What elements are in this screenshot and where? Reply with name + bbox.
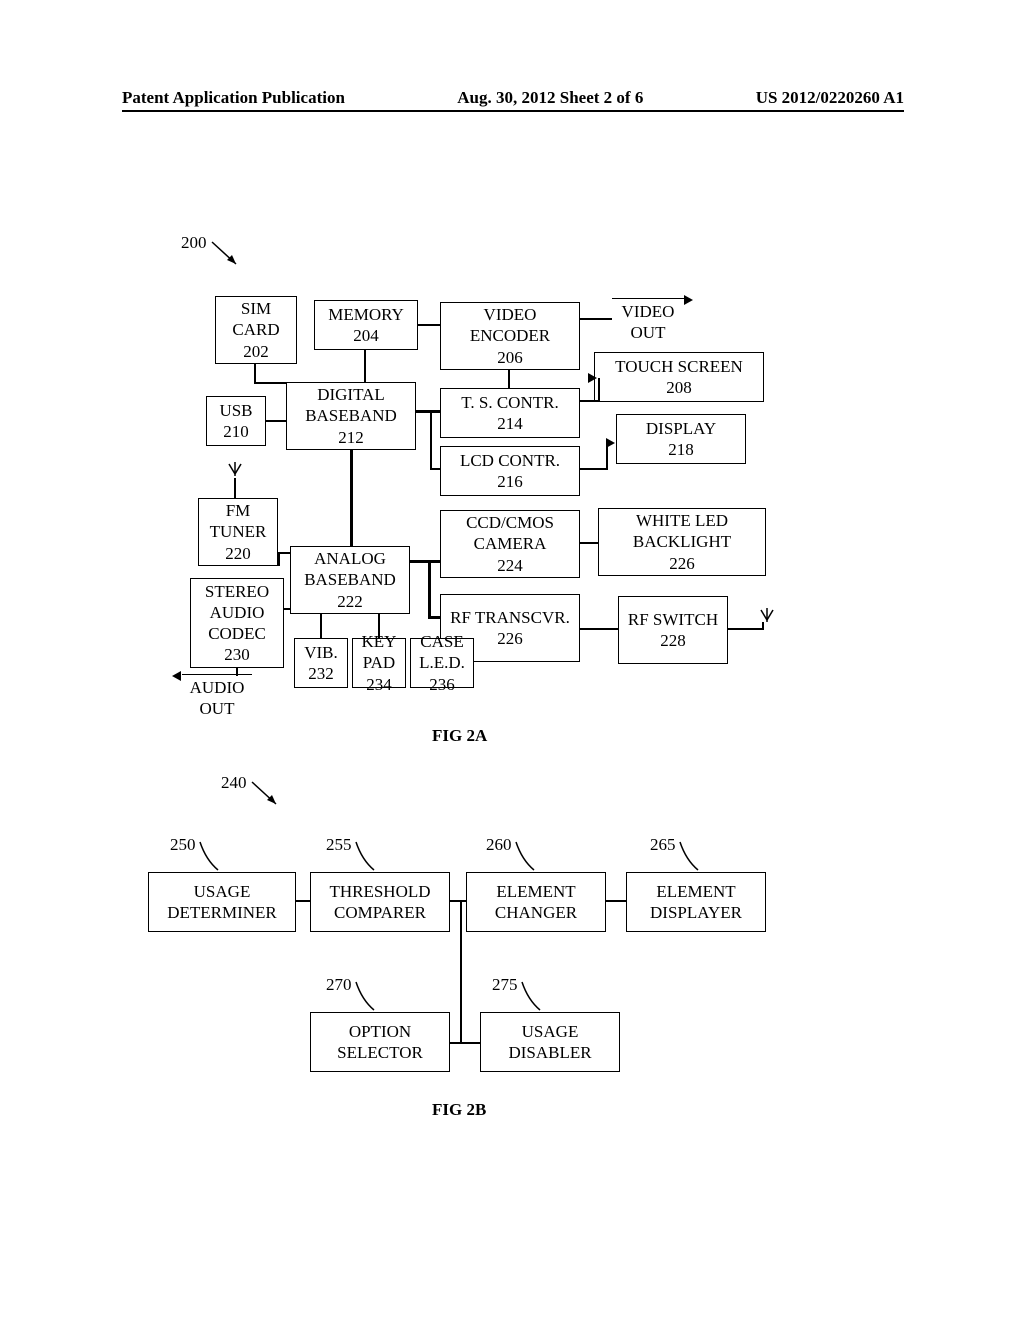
conn-ab-ccd — [410, 560, 440, 563]
leader-270 — [354, 980, 376, 1012]
ref-265: 265 — [650, 834, 676, 855]
box-analog-baseband: ANALOG BASEBAND222 — [290, 546, 410, 614]
label-video-out: VIDEO OUT — [612, 298, 684, 344]
box-video-encoder: VIDEO ENCODER206 — [440, 302, 580, 370]
box-usb: USB210 — [206, 396, 266, 446]
conn-ud-tc — [296, 900, 310, 902]
box-stereo-codec: STEREO AUDIO CODEC230 — [190, 578, 284, 668]
conn-db-ab — [350, 450, 353, 546]
conn-ab-rf-h — [428, 616, 440, 619]
arrow-lcd-disp — [606, 438, 615, 448]
box-display: DISPLAY218 — [616, 414, 746, 464]
leader-255 — [354, 840, 376, 872]
box-digital-baseband: DIGITAL BASEBAND212 — [286, 382, 416, 450]
conn-db-tsc — [416, 410, 440, 413]
box-memory: MEMORY204 — [314, 300, 418, 350]
box-case-led: CASE L.E.D.236 — [410, 638, 474, 688]
conn-lcd-disp-h — [580, 468, 608, 470]
ref-200: 200 — [181, 232, 207, 253]
box-threshold-comparer: THRESHOLD COMPARER — [310, 872, 450, 932]
leader-265 — [678, 840, 700, 872]
conn-rfswitch-ant2 — [762, 622, 764, 630]
leader-200 — [210, 238, 240, 268]
caption-fig2b: FIG 2B — [432, 1100, 486, 1120]
box-sim-card: SIM CARD202 — [215, 296, 297, 364]
conn-mem-ve — [418, 324, 440, 326]
box-usage-determiner: USAGE DETERMINER — [148, 872, 296, 932]
ref-270: 270 — [326, 974, 352, 995]
box-rf-switch: RF SWITCH228 — [618, 596, 728, 664]
ref-255: 255 — [326, 834, 352, 855]
box-white-led: WHITE LED BACKLIGHT226 — [598, 508, 766, 576]
conn-tsc-ts-v — [598, 378, 600, 402]
box-keypad: KEY PAD234 — [352, 638, 406, 688]
box-vib: VIB.232 — [294, 638, 348, 688]
conn-fm-ab-v2 — [278, 552, 280, 566]
conn-sim-db-h — [254, 382, 286, 384]
conn-codec-audioout — [236, 668, 238, 676]
conn-ab-rf-v — [428, 560, 431, 618]
leader-275 — [520, 980, 542, 1012]
diagram-canvas: 200 SIM CARD202 MEMORY204 VIDEO ENCODER2… — [0, 0, 1024, 1320]
arrow-audio-out — [172, 671, 181, 681]
box-usage-disabler: USAGE DISABLER — [480, 1012, 620, 1072]
conn-ab-keypad — [378, 614, 380, 638]
conn-db-lcd-h — [430, 468, 440, 470]
conn-ec-ed — [606, 900, 626, 902]
ref-240: 240 — [221, 772, 247, 793]
box-touch-screen: TOUCH SCREEN208 — [594, 352, 764, 402]
conn-ve-db-v — [508, 370, 510, 388]
leader-240 — [250, 778, 280, 808]
box-lcd-contr: LCD CONTR.216 — [440, 446, 580, 496]
antenna-fm — [228, 462, 242, 478]
conn-tsc-ts-h — [580, 400, 600, 402]
conn-ve-vout — [580, 318, 612, 320]
box-ccd-cmos: CCD/CMOS CAMERA224 — [440, 510, 580, 578]
box-ts-contr: T. S. CONTR.214 — [440, 388, 580, 438]
conn-ab-vib — [320, 614, 322, 638]
box-fm-tuner: FM TUNER220 — [198, 498, 278, 566]
arrow-tsc-ts — [588, 373, 597, 383]
conn-codec-ab — [284, 608, 290, 610]
box-element-changer: ELEMENT CHANGER — [466, 872, 606, 932]
conn-sim-db-v — [254, 364, 256, 382]
conn-tc-ec — [450, 900, 466, 902]
caption-fig2a: FIG 2A — [432, 726, 487, 746]
box-option-selector: OPTION SELECTOR — [310, 1012, 450, 1072]
leader-260 — [514, 840, 536, 872]
leader-250 — [198, 840, 220, 872]
label-audio-out: AUDIO OUT — [182, 674, 252, 720]
conn-usb-db — [266, 420, 286, 422]
conn-db-lcd-v — [430, 413, 432, 469]
conn-rftx-sw — [580, 628, 618, 630]
conn-mem-db — [364, 350, 366, 382]
conn-os-ud — [450, 1042, 480, 1044]
conn-fm-ant — [234, 478, 236, 498]
ref-275: 275 — [492, 974, 518, 995]
conn-top-bottom — [460, 900, 462, 1042]
ref-250: 250 — [170, 834, 196, 855]
box-element-displayer: ELEMENT DISPLAYER — [626, 872, 766, 932]
conn-rfswitch-ant — [728, 628, 762, 630]
arrow-video-out — [684, 295, 693, 305]
conn-ccd-wled — [580, 542, 598, 544]
ref-260: 260 — [486, 834, 512, 855]
